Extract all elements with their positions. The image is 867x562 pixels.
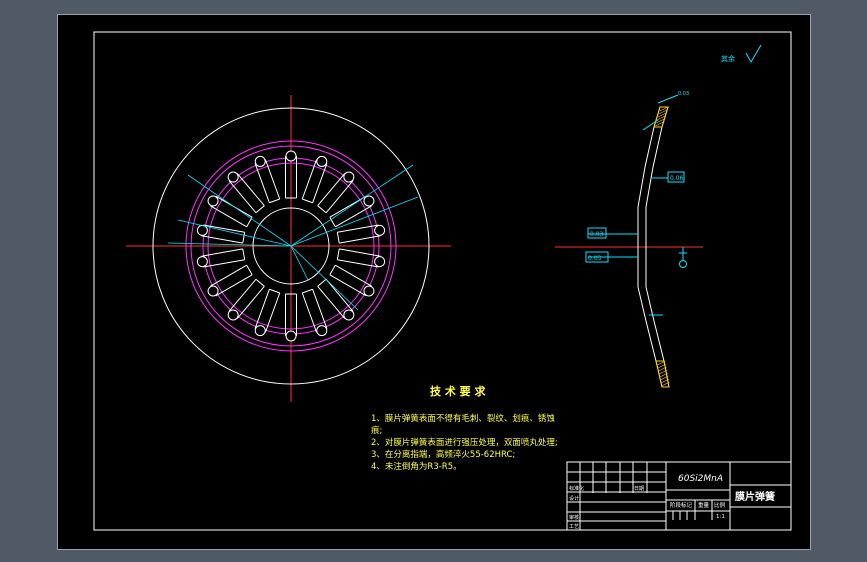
tech-req-line-3: 2、对膜片弹簧表面进行强压处理，双面喷丸处理; (371, 437, 558, 448)
part-name-label: 膜片弹簧 (735, 490, 775, 503)
finger-slot-end (255, 205, 265, 214)
drawing-sheet: 0.06 0.03 0.03 0.03 其余 技 术 要 求 1、膜片弹簧表面不… (57, 14, 811, 550)
finger-slot-end (302, 288, 313, 294)
cad-viewport[interactable]: 0.06 0.03 0.03 0.03 其余 技 术 要 求 1、膜片弹簧表面不… (0, 0, 867, 562)
finger-slot-end (317, 205, 327, 214)
finger-slot-end (317, 278, 327, 287)
tolerance-box-2-text: 0.03 (590, 231, 604, 238)
leader-line-4 (290, 245, 359, 311)
cad-drawing: 0.06 0.03 0.03 0.03 其余 技 术 要 求 1、膜片弹簧表面不… (93, 31, 792, 531)
pivot-hole (374, 224, 386, 236)
side-dim-text: 0.03 (678, 91, 689, 97)
finger-slot-end (302, 198, 313, 204)
pivot-hole (316, 155, 328, 167)
pivot-hole (343, 171, 355, 183)
tech-req-line-5: 4、未注倒角为R3-R5。 (371, 461, 462, 472)
finger-slot-end (269, 288, 280, 294)
side-leader-top (642, 119, 659, 131)
finger-slot-edge (228, 278, 257, 312)
tolerance-box-1-text: 0.06 (670, 175, 684, 182)
finger-slot-edge (329, 274, 367, 297)
pivot-hole (374, 256, 386, 268)
finger-slot-edge (335, 205, 372, 228)
technical-requirements: 技 术 要 求 1、膜片弹簧表面不得有毛刺、裂纹、划痕、锈蚀 痕; 2、对膜片弹… (371, 384, 558, 472)
pivot-hole (316, 325, 328, 337)
finger-slot-end (336, 248, 340, 260)
finger-slot-edge (215, 274, 253, 297)
row-date-label: 日期 (634, 486, 644, 492)
pivot-hole (196, 256, 208, 268)
col-scale-label: 比例 (714, 501, 726, 509)
pivot-hole (207, 285, 219, 297)
datum-circle (679, 260, 687, 268)
pivot-hole (254, 325, 266, 337)
finger-slot-end (336, 232, 340, 244)
pivot-hole (285, 330, 297, 342)
pivot-hole (343, 309, 355, 321)
finger-slot-end (242, 232, 246, 244)
pivot-hole (227, 171, 239, 183)
tech-req-line-1: 1、膜片弹簧表面不得有毛刺、裂纹、划痕、锈蚀 (371, 413, 555, 424)
tech-req-line-2: 痕; (371, 425, 382, 436)
tech-req-line-4: 3、在分离指端，高频淬火55-62HRC; (371, 449, 515, 460)
roughness-symbol: 其余 (721, 44, 762, 64)
front-view (126, 95, 451, 402)
pivot-hole (285, 150, 297, 162)
dimension-leaders (167, 164, 419, 311)
hatch-top (653, 106, 669, 128)
roughness-check-icon (745, 44, 762, 64)
col-weight-label: 重量 (698, 501, 710, 509)
row-review-label: 审核 (569, 514, 579, 521)
finger-slot-end (246, 264, 253, 276)
pivot-hole (207, 195, 219, 207)
finger-slot-edge (210, 264, 247, 287)
leader-line-6 (290, 245, 309, 281)
finger-slot-edge (335, 264, 372, 287)
row-design-label: 设计 (569, 495, 579, 502)
pivot-hole (363, 195, 375, 207)
finger-slot-edge (210, 205, 247, 228)
pivot-hole (254, 155, 266, 167)
roughness-note: 其余 (721, 54, 735, 63)
material-label: 60Si2MnA (678, 474, 723, 484)
tech-req-title: 技 术 要 求 (430, 384, 486, 398)
section-view: 0.06 0.03 0.03 0.03 (555, 91, 703, 388)
leader-line-5 (290, 196, 419, 247)
scale-value: 1:1 (716, 514, 725, 520)
side-leader-top2 (657, 94, 679, 104)
pivot-hole (196, 224, 208, 236)
row-process-label: 工艺 (569, 524, 579, 530)
finger-slot-edge (325, 278, 354, 312)
row-standard-label: 标准化 (569, 485, 584, 492)
col-stage-label: 阶段标记 (670, 501, 693, 509)
finger-slot-end (255, 278, 265, 287)
pivot-hole (363, 285, 375, 297)
finger-slot-end (269, 198, 280, 204)
pivot-hole (227, 309, 239, 321)
finger-slot-edge (228, 180, 257, 214)
tolerance-box-3-text: 0.03 (588, 255, 602, 262)
finger-slot-end (329, 264, 336, 276)
finger-slot-end (242, 248, 246, 260)
